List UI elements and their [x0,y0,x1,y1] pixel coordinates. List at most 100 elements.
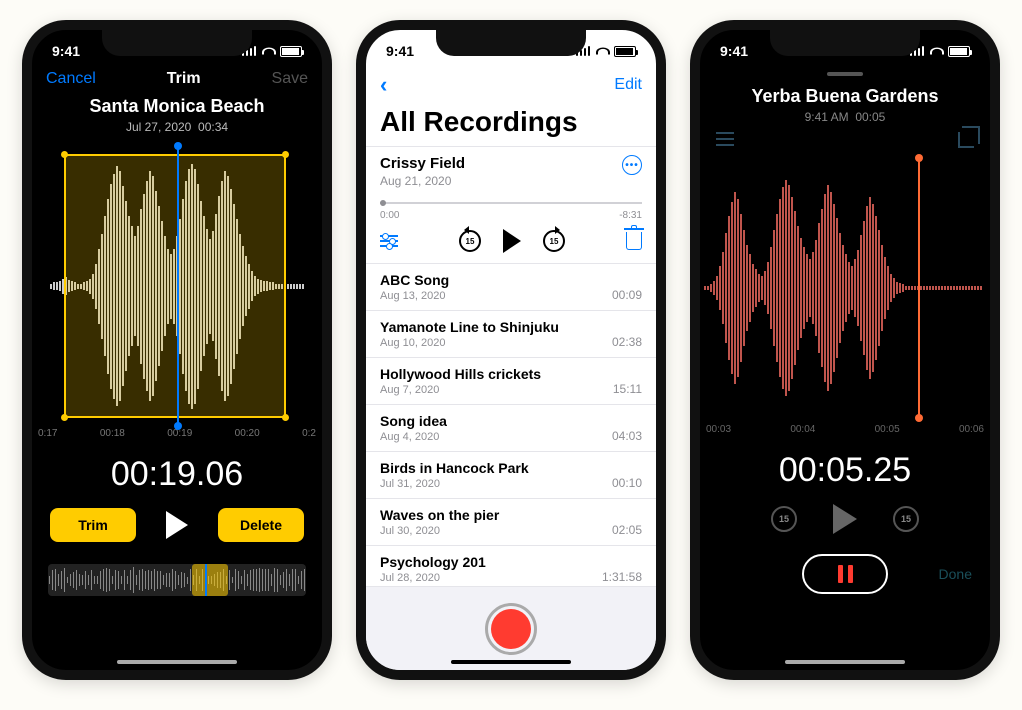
skip-back-button[interactable] [459,230,481,252]
cancel-button[interactable]: Cancel [46,70,96,88]
home-indicator[interactable] [451,660,571,664]
play-button[interactable] [166,511,188,539]
back-button[interactable]: ‹ [380,72,387,98]
more-button[interactable]: ••• [622,155,642,175]
status-icons [242,46,302,57]
current-time: 00:19.06 [32,455,322,494]
save-button[interactable]: Save [272,70,308,88]
waveform [704,180,986,396]
recording-date: Jul 27, 2020 [126,120,191,134]
row-name: Song idea [380,413,447,429]
featured-recording[interactable]: Crissy Field Aug 21, 2020 ••• 0:00 -8:31 [366,146,656,264]
scrubber[interactable] [48,564,306,596]
playhead[interactable] [918,158,920,418]
home-indicator[interactable] [785,660,905,664]
trim-handle-top-left[interactable] [61,151,68,158]
home-indicator[interactable] [117,660,237,664]
skip-back-button[interactable] [771,506,797,532]
timeline: 00:03 00:04 00:05 00:06 [700,418,990,435]
timeline-tick: 00:05 [875,424,900,435]
status-time: 9:41 [386,43,414,59]
row-duration: 00:10 [612,476,642,490]
trim-handle-top-right[interactable] [282,151,289,158]
remaining-time: -8:31 [619,210,642,221]
recording-meta: Yerba Buena Gardens 9:41 AM 00:05 [700,86,990,124]
record-row: Done [700,554,990,594]
trim-handle-bottom-left[interactable] [61,414,68,421]
recording-time: 9:41 AM [805,110,849,124]
pause-button[interactable] [802,554,888,594]
recording-name: Yerba Buena Gardens [700,86,990,107]
record-button[interactable] [485,603,537,655]
status-icons [910,46,970,57]
row-duration: 15:11 [613,382,642,396]
timeline-tick: 00:04 [790,424,815,435]
slider-times: 0:00 -8:31 [380,210,642,221]
playhead[interactable] [177,146,179,426]
crop-icon[interactable] [958,132,974,148]
trim-button[interactable]: Trim [50,508,136,542]
row-name: Yamanote Line to Shinjuku [380,319,559,335]
play-button[interactable] [503,229,521,253]
timeline-tick: 0:17 [38,428,57,439]
play-button[interactable] [833,504,857,534]
scrubber-playhead[interactable] [205,564,207,596]
battery-icon [948,46,970,57]
menu-icon[interactable] [716,132,734,148]
trim-handle-bottom-right[interactable] [282,414,289,421]
featured-controls [380,229,642,253]
row-duration: 04:03 [612,429,642,443]
elapsed-time: 0:00 [380,210,399,221]
recording-row[interactable]: Song idea Aug 4, 2020 04:03 [366,405,656,452]
row-name: Birds in Hancock Park [380,460,529,476]
waveform-area[interactable] [32,150,322,422]
status-time: 9:41 [720,43,748,59]
row-name: ABC Song [380,272,449,288]
status-time: 9:41 [52,43,80,59]
skip-forward-button[interactable] [893,506,919,532]
notch [436,30,586,56]
row-duration: 00:09 [612,288,642,302]
battery-icon [614,46,636,57]
editor-toolbar [700,124,990,148]
nav-title: Trim [167,70,201,88]
recording-row[interactable]: Waves on the pierJul 30, 202002:05 [366,499,656,546]
timeline-tick: 00:03 [706,424,731,435]
delete-button[interactable]: Delete [218,508,304,542]
row-date: Aug 4, 2020 [380,431,447,443]
timeline-tick: 00:18 [100,428,125,439]
waveform-area[interactable] [700,158,990,418]
phone-trim: 9:41 Cancel Trim Save Santa Monica Beach… [22,20,332,680]
done-button[interactable]: Done [939,566,972,582]
featured-date: Aug 21, 2020 [380,174,465,188]
recording-meta: Santa Monica Beach Jul 27, 2020 00:34 [32,96,322,134]
recording-duration: 00:05 [855,110,885,124]
trim-selection[interactable] [64,154,286,418]
trash-icon[interactable] [626,232,642,250]
recordings-list: ABC SongAug 13, 202000:09Yamanote Line t… [366,264,656,593]
timeline-tick: 00:19 [167,428,192,439]
list-nav: ‹ Edit [366,66,656,104]
playback-controls [700,504,990,534]
notch [770,30,920,56]
record-footer [366,586,656,670]
scrubber-window[interactable] [192,564,228,596]
row-name: Hollywood Hills crickets [380,366,541,382]
wifi-icon [596,46,610,56]
phone-recording: 9:41 Yerba Buena Gardens 9:41 AM 00:05 0… [690,20,1000,680]
recording-row[interactable]: Hollywood Hills cricketsAug 7, 202015:11 [366,358,656,405]
skip-forward-button[interactable] [543,230,565,252]
row-duration: 02:05 [612,523,642,537]
status-icons [576,46,636,57]
battery-icon [280,46,302,57]
trim-nav: Cancel Trim Save [32,66,322,96]
recording-row[interactable]: Birds in Hancock ParkJul 31, 202000:10 [366,452,656,499]
progress-slider[interactable] [380,198,642,208]
edit-button[interactable]: Edit [614,76,642,94]
equalizer-icon[interactable] [380,235,398,247]
recording-row[interactable]: ABC SongAug 13, 202000:09 [366,264,656,311]
timeline-tick: 00:20 [235,428,260,439]
timeline-tick: 00:06 [959,424,984,435]
sheet-grabber[interactable] [827,72,863,76]
recording-row[interactable]: Yamanote Line to ShinjukuAug 10, 202002:… [366,311,656,358]
